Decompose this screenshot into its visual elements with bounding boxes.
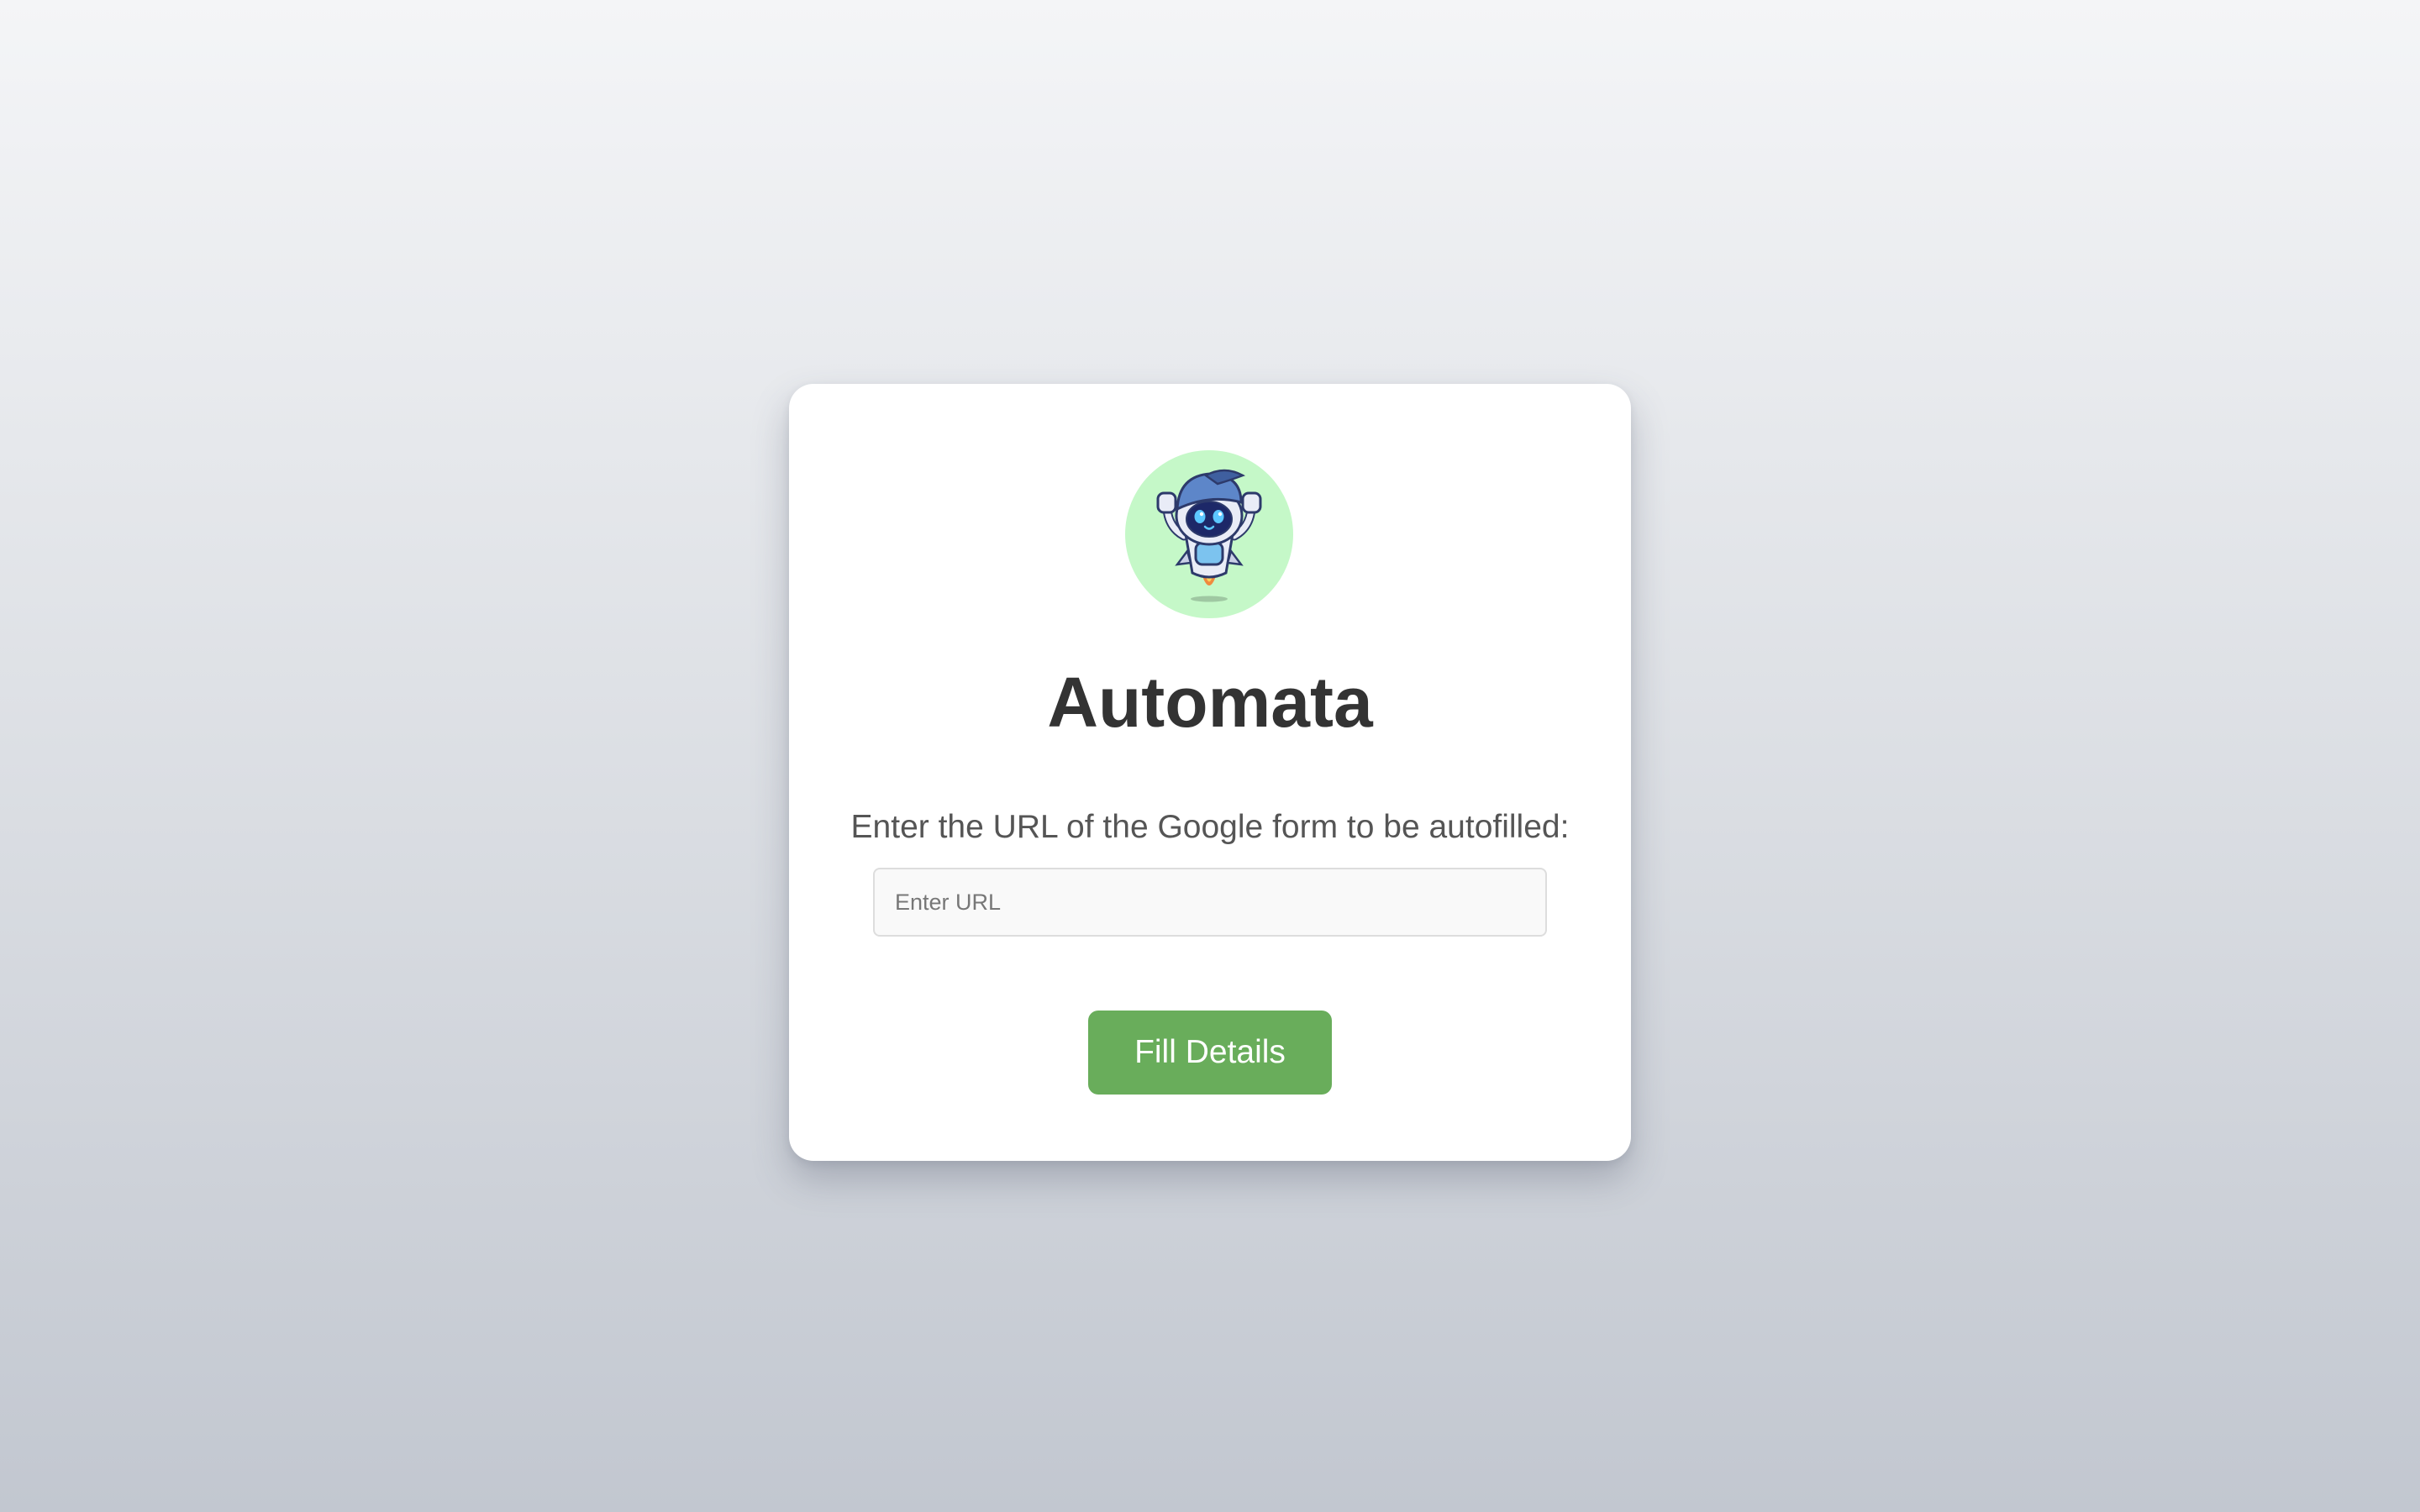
robot-mascot-icon (1156, 469, 1262, 602)
app-title: Automata (1047, 663, 1373, 742)
robot-logo (1125, 450, 1293, 618)
url-input[interactable] (873, 868, 1547, 937)
url-prompt-label: Enter the URL of the Google form to be a… (850, 809, 1570, 845)
autofill-card: Automata Enter the URL of the Google for… (789, 384, 1631, 1161)
fill-details-button[interactable]: Fill Details (1088, 1011, 1332, 1095)
